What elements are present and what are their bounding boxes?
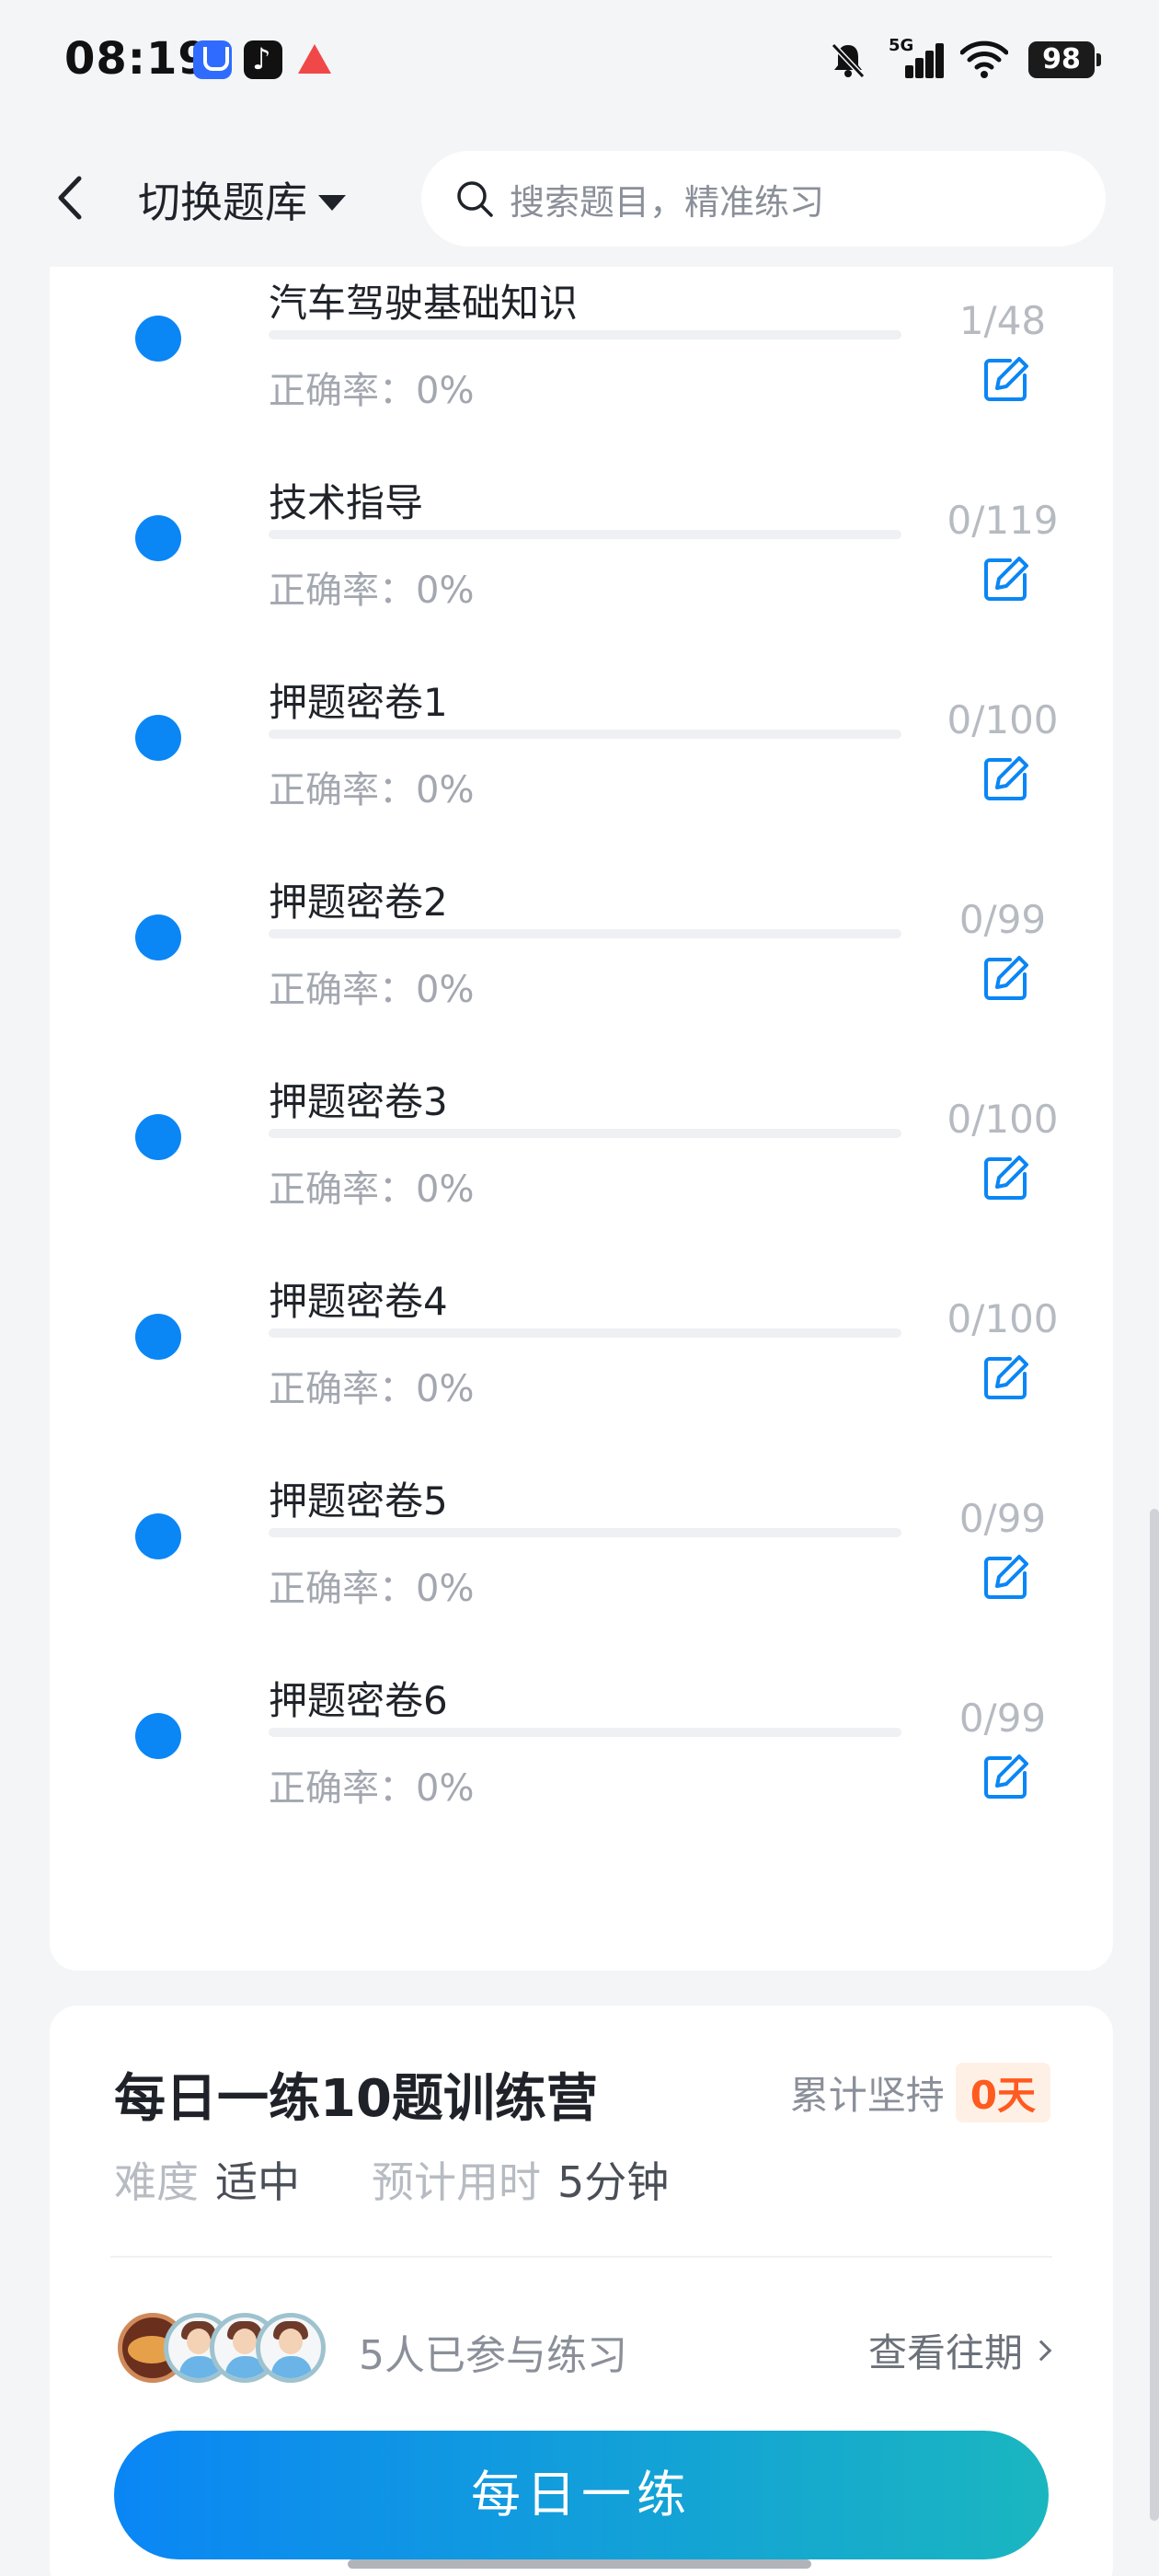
chapter-list-item[interactable]: 押题密卷4 正确率：0% 0/100 (50, 1241, 1113, 1441)
search-placeholder: 搜索题目，精准练习 (510, 181, 825, 223)
status-bar: 08:19 5G 98 (0, 0, 1159, 129)
chevron-left-icon (58, 176, 82, 220)
chapter-title: 押题密卷2 (269, 880, 448, 925)
back-button[interactable] (46, 166, 101, 230)
edit-icon[interactable] (979, 751, 1034, 806)
chapter-dot (135, 914, 181, 960)
view-history-label: 查看往期 (867, 2330, 1023, 2375)
chapter-title: 汽车驾驶基础知识 (269, 281, 579, 326)
difficulty-value: 适中 (215, 2157, 300, 2207)
chapter-progress-bar (269, 1328, 901, 1338)
accuracy-label: 正确率：0% (269, 1368, 475, 1410)
chapter-progress-bar (269, 330, 901, 339)
daily-practice-camp-card: 每日一练10题训练营 累计坚持 0天 难度 适中 预计用时 5分钟 5人已参与练习 查… (50, 2006, 1113, 2576)
chapter-list-item[interactable]: 押题密卷1 正确率：0% 0/100 (50, 642, 1113, 842)
edit-icon[interactable] (979, 1749, 1034, 1804)
edit-icon[interactable] (979, 551, 1034, 606)
chapter-progress-bar (269, 530, 901, 539)
switch-question-bank-button[interactable]: 切换题库 (138, 167, 346, 232)
difficulty-label: 难度 (114, 2157, 199, 2207)
chapter-progress-bar (269, 1728, 901, 1737)
chapter-dot (135, 715, 181, 761)
view-history-link[interactable]: 查看往期 (867, 2322, 1052, 2378)
accuracy-label: 正确率：0% (269, 769, 475, 811)
edit-icon[interactable] (979, 950, 1034, 1006)
chapter-list-card: 正确率：0% 汽车驾驶基础知识正确率：0%1/48技术指导正确率：0%0/119… (50, 212, 1113, 1971)
chapter-dot (135, 515, 181, 561)
question-count: 1/48 (958, 298, 1047, 343)
accuracy-label: 正确率：0% (269, 1168, 475, 1211)
system-icons: 5G 98 (828, 36, 1101, 83)
question-count: 0/100 (947, 697, 1059, 742)
chapter-title: 技术指导 (269, 480, 424, 525)
chapter-list-item[interactable]: 技术指导正确率：0% 0/119 (50, 443, 1113, 642)
accuracy-label: 正确率：0% (269, 370, 475, 412)
chapter-list-item[interactable]: 押题密卷3 正确率：0% 0/100 (50, 1041, 1113, 1241)
chapter-title: 押题密卷5 (269, 1478, 448, 1524)
participant-avatars (118, 2313, 366, 2383)
clock: 08:19 (64, 33, 210, 85)
streak-badge: 0天 (955, 2063, 1050, 2122)
chapter-progress-bar (269, 1528, 901, 1537)
edit-icon[interactable] (979, 351, 1034, 407)
question-count: 0/99 (958, 1496, 1047, 1541)
accuracy-label: 正确率：0% (269, 1767, 475, 1810)
chapter-title: 押题密卷3 (269, 1079, 448, 1124)
chapter-list-item[interactable]: 押题密卷5 正确率：0% 0/99 (50, 1441, 1113, 1640)
question-count: 0/100 (947, 1097, 1059, 1142)
switch-bank-label: 切换题库 (138, 178, 307, 227)
chapter-title: 押题密卷6 (269, 1678, 448, 1723)
sail-app-icon (294, 40, 333, 79)
wifi-icon (959, 40, 1009, 80)
chevron-right-icon (1030, 2340, 1052, 2361)
accuracy-label: 正确率：0% (269, 569, 475, 612)
nav-bar: 切换题库 搜索题目，精准练习 (0, 129, 1159, 267)
daily-practice-button[interactable]: 每日一练 (114, 2431, 1049, 2559)
network-type: 5G (889, 36, 914, 55)
accuracy-label: 正确率：0% (269, 1568, 475, 1610)
cellular-signal-icon: 5G (889, 36, 944, 80)
camp-title: 每日一练10题训练营 (114, 2069, 598, 2129)
chapter-dot (135, 1513, 181, 1559)
question-count: 0/119 (947, 498, 1059, 543)
streak-label: 累计坚持 (789, 2073, 945, 2118)
battery-indicator: 98 (1028, 41, 1101, 78)
streak-counter: 累计坚持 0天 (790, 2063, 1050, 2122)
caret-down-icon (318, 194, 346, 211)
question-count: 0/99 (958, 897, 1047, 942)
chapter-progress-bar (269, 730, 901, 739)
chapter-progress-bar (269, 929, 901, 938)
participants-count: 5人已参与练习 (359, 2332, 627, 2379)
search-icon (457, 181, 493, 217)
chapter-list-item[interactable]: 押题密卷2 正确率：0% 0/99 (50, 842, 1113, 1041)
edit-icon[interactable] (979, 1549, 1034, 1604)
question-count: 0/99 (958, 1696, 1047, 1741)
edit-icon[interactable] (979, 1150, 1034, 1205)
avatar (256, 2313, 326, 2383)
time-label: 预计用时 (372, 2157, 541, 2207)
edit-icon[interactable] (979, 1350, 1034, 1405)
question-count: 0/100 (947, 1296, 1059, 1341)
chapter-title: 押题密卷4 (269, 1279, 448, 1324)
divider (110, 2256, 1052, 2258)
chapter-list-item[interactable]: 押题密卷6 正确率：0% 0/99 (50, 1640, 1113, 1840)
bell-muted-icon (828, 40, 868, 80)
accuracy-label: 正确率：0% (269, 969, 475, 1011)
tiktok-icon (244, 40, 282, 79)
chapter-dot (135, 316, 181, 362)
chapter-dot (135, 1713, 181, 1759)
camp-meta: 难度 适中 预计用时 5分钟 (114, 2149, 669, 2210)
chapter-dot (135, 1114, 181, 1160)
search-input[interactable]: 搜索题目，精准练习 (421, 151, 1106, 247)
chapter-dot (135, 1314, 181, 1360)
time-value: 5分钟 (557, 2157, 670, 2207)
shield-app-icon (193, 40, 232, 79)
home-indicator[interactable] (348, 2559, 811, 2569)
chapter-list-item[interactable]: 汽车驾驶基础知识 正确率：0% 1/48 (50, 243, 1113, 443)
chapter-progress-bar (269, 1129, 901, 1138)
scrollbar[interactable] (1150, 1509, 1159, 2521)
chapter-title: 押题密卷1 (269, 680, 448, 725)
